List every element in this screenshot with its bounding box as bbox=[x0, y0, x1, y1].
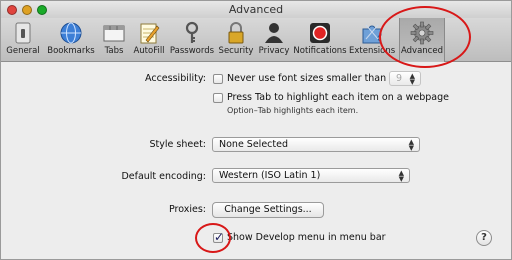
tab-general[interactable]: General bbox=[3, 18, 43, 62]
tab-passwords[interactable]: Passwords bbox=[169, 18, 215, 62]
silhouette-icon bbox=[265, 23, 283, 43]
tab-passwords-label: Passwords bbox=[169, 46, 215, 56]
tab-autofill[interactable]: AutoFill bbox=[131, 18, 167, 62]
default-encoding-value: Western (ISO Latin 1) bbox=[219, 170, 321, 181]
chevron-up-down-icon: ▲ ▼ bbox=[408, 138, 414, 152]
tab-privacy[interactable]: Privacy bbox=[257, 18, 291, 62]
tab-privacy-label: Privacy bbox=[258, 46, 290, 56]
default-encoding-select[interactable]: Western (ISO Latin 1) ▲ ▼ bbox=[212, 168, 410, 183]
pencil-notepad-icon bbox=[140, 23, 160, 44]
tab-notifications-label: Notifications bbox=[293, 46, 347, 56]
min-font-size-label: Never use font sizes smaller than bbox=[227, 73, 387, 84]
change-settings-button[interactable]: Change Settings... bbox=[212, 202, 324, 218]
general-switch-icon bbox=[15, 22, 31, 44]
accessibility-label: Accessibility: bbox=[145, 73, 206, 84]
chevron-up-down-icon: ▲ ▼ bbox=[409, 72, 415, 86]
advanced-pane: Accessibility: Never use font sizes smal… bbox=[1, 63, 511, 259]
style-sheet-label: Style sheet: bbox=[149, 139, 206, 150]
tab-notifications[interactable]: Notifications bbox=[293, 18, 347, 62]
tab-highlight-label: Press Tab to highlight each item on a we… bbox=[227, 92, 449, 103]
tab-security-label: Security bbox=[218, 46, 254, 56]
tab-tabs[interactable]: Tabs bbox=[99, 18, 129, 62]
tab-bookmarks-label: Bookmarks bbox=[47, 46, 95, 56]
key-icon bbox=[185, 21, 199, 43]
annotation-circle-develop bbox=[195, 223, 231, 253]
lock-icon bbox=[228, 22, 244, 44]
tab-highlight-hint: Option–Tab highlights each item. bbox=[227, 106, 359, 115]
proxies-label: Proxies: bbox=[168, 204, 206, 215]
show-develop-menu-label: Show Develop menu in menu bar bbox=[227, 232, 386, 243]
style-sheet-value: None Selected bbox=[219, 139, 288, 150]
min-font-size-select[interactable]: 9 ▲ ▼ bbox=[389, 71, 421, 86]
tab-security[interactable]: Security bbox=[217, 18, 255, 62]
chevron-up-down-icon: ▲ ▼ bbox=[398, 169, 404, 183]
tab-general-label: General bbox=[6, 46, 40, 56]
notification-dot-icon bbox=[310, 23, 330, 43]
globe-icon bbox=[60, 22, 82, 44]
style-sheet-select[interactable]: None Selected ▲ ▼ bbox=[212, 137, 420, 152]
min-font-size-checkbox[interactable] bbox=[213, 74, 223, 84]
tab-highlight-checkbox[interactable] bbox=[213, 93, 223, 103]
tab-bookmarks[interactable]: Bookmarks bbox=[45, 18, 97, 62]
preferences-window: Advanced General Bookmarks Tabs AutoFill… bbox=[0, 0, 512, 260]
help-button[interactable]: ? bbox=[476, 230, 492, 246]
min-font-size-value: 9 bbox=[396, 73, 403, 84]
annotation-circle-advanced bbox=[379, 6, 471, 68]
default-encoding-label: Default encoding: bbox=[121, 171, 206, 182]
tab-autofill-label: AutoFill bbox=[133, 46, 165, 56]
tabs-icon bbox=[103, 25, 125, 42]
tab-tabs-label: Tabs bbox=[104, 46, 124, 56]
